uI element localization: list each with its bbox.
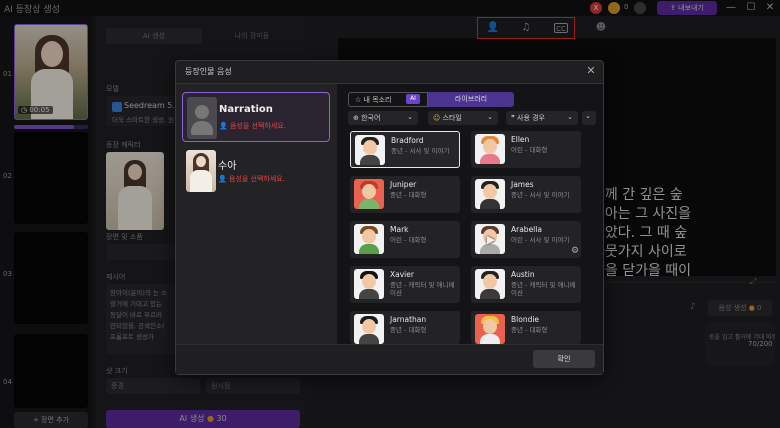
style-value: 스타일 (442, 114, 462, 122)
voice-avatar (355, 135, 385, 165)
voice-avatar (475, 269, 505, 299)
voice-card-blondie[interactable]: Blondie 중년 - 대화형 (471, 311, 581, 344)
chevron-down-icon: ⌄ (567, 113, 573, 121)
voice-user-icon: 👤 (218, 175, 229, 183)
voice-description: 어린 - 서사 및 이야기 (511, 236, 570, 244)
gear-icon[interactable]: ⚙ (569, 245, 581, 257)
voice-avatar (354, 269, 384, 299)
voice-card-mark[interactable]: Mark 어린 - 대화형 (350, 221, 460, 258)
voice-avatar (475, 179, 505, 209)
tab-library[interactable]: 라이브러리 (428, 92, 514, 107)
role-narration[interactable]: Narration 👤 음성을 선택하세요. (182, 92, 330, 142)
role-warning-text: 음성을 선택하세요. (229, 122, 286, 130)
style-filter[interactable]: ☺ 스타일 ⌄ (428, 111, 498, 125)
voice-user-icon: 👤 (219, 122, 230, 130)
voice-avatar (475, 314, 505, 344)
modal-title: 등장인물 음성 (185, 67, 232, 76)
role-name: Narration (219, 104, 273, 115)
voice-name: Jarnathan (390, 315, 427, 324)
voice-avatar (354, 179, 384, 209)
voice-card-xavier[interactable]: Xavier 중년 - 캐릭터 및 애니메이션 (350, 266, 460, 303)
tab-my-voice-label: 내 목소리 (363, 96, 392, 104)
close-icon[interactable]: ✕ (584, 64, 598, 78)
voice-name: Xavier (390, 270, 414, 279)
confirm-button[interactable]: 확인 (533, 350, 595, 368)
more-filter-button[interactable]: ⌄ (582, 111, 596, 125)
voice-avatar (354, 224, 384, 254)
star-icon: ☆ (355, 96, 364, 104)
use-case-value: 사용 경우 (517, 114, 545, 122)
voice-avatar (475, 134, 505, 164)
play-icon[interactable]: ▶ (484, 233, 498, 247)
language-value: 한국어 (361, 114, 381, 122)
voice-description: 어린 - 대화형 (390, 236, 427, 244)
chevron-down-icon: ⌄ (585, 112, 591, 120)
voice-description: 중년 - 캐릭터 및 애니메이션 (390, 281, 455, 297)
voice-name: Austin (511, 270, 535, 279)
voice-card-jarnathan[interactable]: Jarnathan 중년 - 대화형 (350, 311, 460, 344)
chevron-down-icon: ⌄ (407, 113, 413, 121)
narrator-avatar (187, 97, 217, 139)
voice-description: 어린 - 대화형 (511, 146, 548, 154)
voice-card-bradford[interactable]: Bradford 중년 - 서사 및 이야기 (350, 131, 460, 168)
role-warning: 👤 음성을 선택하세요. (218, 174, 285, 184)
voice-name: Mark (390, 225, 409, 234)
voice-avatar (354, 314, 384, 344)
voice-card-ellen[interactable]: Ellen 어린 - 대화형 (471, 131, 581, 168)
chevron-down-icon: ⌄ (487, 113, 493, 121)
ai-badge: AI (406, 94, 420, 104)
role-sua[interactable]: 수아 👤 음성을 선택하세요. (182, 146, 330, 196)
globe-icon: ⊕ (353, 114, 362, 122)
role-name: 수아 (218, 161, 237, 172)
voice-card-juniper[interactable]: Juniper 중년 - 대화형 (350, 176, 460, 213)
role-warning-text: 음성을 선택하세요. (228, 175, 285, 183)
voice-name: Arabella (511, 225, 542, 234)
language-filter[interactable]: ⊕ 한국어 ⌄ (348, 111, 418, 125)
voice-card-austin[interactable]: Austin 중년 - 캐릭터 및 애니메이션 (471, 266, 581, 303)
character-avatar (186, 150, 216, 192)
voice-name: Juniper (390, 180, 417, 189)
voice-description: 중년 - 서사 및 이야기 (511, 191, 570, 199)
smile-icon: ☺ (433, 114, 443, 122)
voice-name: Bradford (391, 136, 424, 145)
voice-description: 중년 - 서사 및 이야기 (391, 147, 450, 155)
voice-name: Ellen (511, 135, 530, 144)
role-warning: 👤 음성을 선택하세요. (219, 121, 286, 131)
voice-description: 중년 - 대화형 (511, 326, 548, 334)
voice-name: Blondie (511, 315, 540, 324)
voice-card-james[interactable]: James 중년 - 서사 및 이야기 (471, 176, 581, 213)
use-case-filter[interactable]: ❞ 사용 경우 ⌄ (506, 111, 578, 125)
voice-description: 중년 - 대화형 (390, 191, 427, 199)
voice-description: 중년 - 대화형 (390, 326, 427, 334)
voice-name: James (511, 180, 534, 189)
voice-description: 중년 - 캐릭터 및 애니메이션 (511, 281, 576, 297)
